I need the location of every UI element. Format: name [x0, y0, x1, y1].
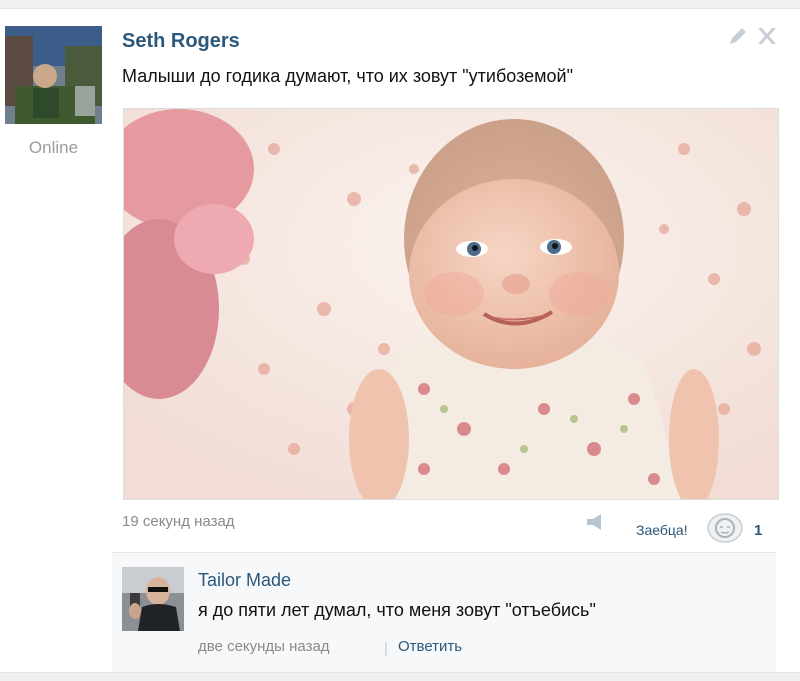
post-time[interactable]: 19 секунд назад [122, 513, 235, 530]
share-icon[interactable] [585, 512, 607, 532]
close-icon[interactable] [758, 28, 776, 44]
comment-author[interactable]: Tailor Made [198, 570, 291, 591]
post-text: Малыши до годика думают, что их зовут "у… [122, 66, 573, 86]
author-avatar[interactable] [5, 26, 102, 124]
post-photo[interactable] [123, 108, 779, 500]
reply-link[interactable]: Ответить [398, 638, 462, 655]
comment-avatar[interactable] [122, 567, 184, 631]
comment-text: я до пяти лет думал, что меня зовут "отъ… [198, 600, 596, 620]
top-divider [0, 0, 800, 9]
post-author[interactable]: Seth Rogers [122, 30, 240, 53]
edit-icon[interactable] [730, 28, 746, 44]
like-icon[interactable] [706, 512, 744, 544]
like-count: 1 [754, 522, 763, 539]
post-actions [726, 24, 786, 48]
comment-time[interactable]: две секунды назад [198, 638, 330, 655]
online-status: Online [28, 138, 79, 157]
comment-separator: | [384, 640, 388, 657]
like-label[interactable]: Заебца! [636, 522, 688, 538]
